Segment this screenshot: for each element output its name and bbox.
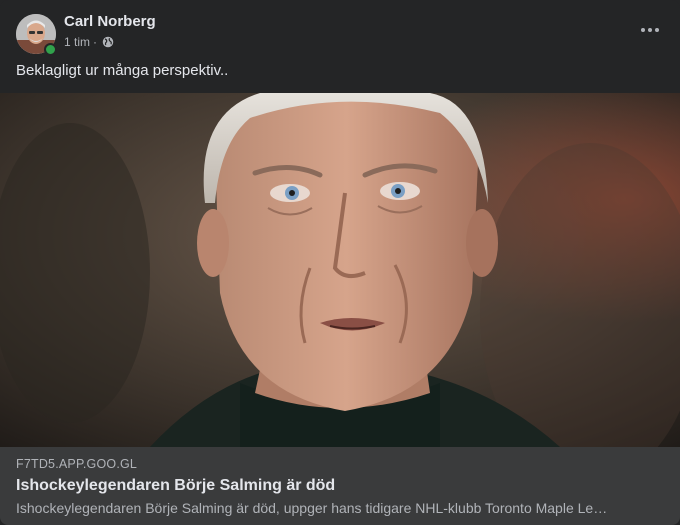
post-header: Carl Norberg 1 tim · (0, 0, 680, 60)
link-title[interactable]: Ishockeylegendaren Börje Salming är död (16, 477, 335, 495)
link-description: Ishockeylegendaren Börje Salming är död,… (16, 500, 608, 516)
post-timestamp[interactable]: 1 tim (64, 35, 90, 49)
more-options-icon (641, 28, 645, 32)
post-message: Beklagligt ur många perspektiv.. (16, 62, 229, 79)
portrait-photo (0, 93, 680, 447)
author-name[interactable]: Carl Norberg (64, 13, 156, 30)
meta-separator: · (93, 35, 98, 49)
link-preview-info[interactable]: F7TD5.APP.GOO.GL Ishockeylegendaren Börj… (0, 447, 680, 525)
feed-post: Carl Norberg 1 tim · Beklagligt ur många… (0, 0, 680, 525)
globe-icon[interactable] (102, 36, 114, 48)
link-domain: F7TD5.APP.GOO.GL (16, 457, 138, 471)
online-status-indicator (44, 43, 57, 56)
link-preview-image[interactable] (0, 93, 680, 447)
more-options-button[interactable] (636, 16, 664, 44)
post-meta: 1 tim · (64, 35, 114, 49)
